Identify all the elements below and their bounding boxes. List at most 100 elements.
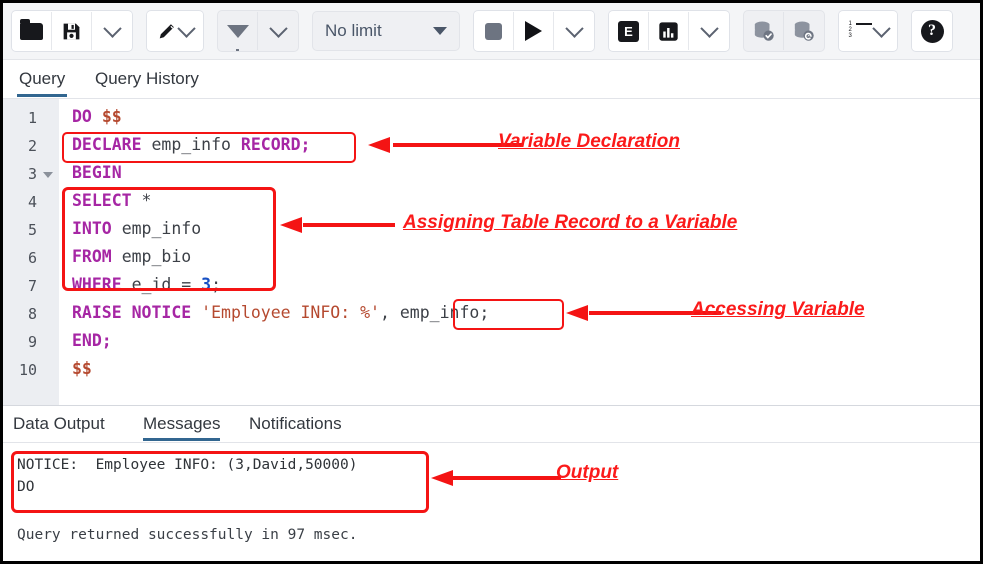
messages-panel[interactable]: NOTICE: Employee INFO: (3,David,50000) D… xyxy=(3,443,980,561)
tab-query[interactable]: Query xyxy=(17,60,67,97)
sql-identifier: emp_bio xyxy=(122,247,192,266)
sql-semicolon: ; xyxy=(211,275,221,294)
sql-keyword: END; xyxy=(72,331,112,350)
explain-dropdown-button[interactable] xyxy=(689,12,729,50)
sql-identifier: emp_info xyxy=(122,219,201,238)
code-line-5: INTO emp_info xyxy=(72,219,201,238)
line-number: 10 xyxy=(19,361,37,379)
macros-button-group: 123 xyxy=(838,10,898,52)
arrow-assigning-table-record xyxy=(280,217,395,233)
execute-dropdown-button[interactable] xyxy=(554,12,594,50)
funnel-icon xyxy=(227,25,249,38)
sql-keyword: WHERE xyxy=(72,275,122,294)
code-line-2: DECLARE emp_info RECORD; xyxy=(72,135,310,154)
sql-keyword: INTO xyxy=(72,219,112,238)
sql-operator: * xyxy=(142,191,152,210)
explain-e-icon: E xyxy=(618,21,639,42)
tab-notifications[interactable]: Notifications xyxy=(249,406,342,441)
help-button-group: ? xyxy=(911,10,953,52)
sql-comma: , xyxy=(380,303,390,322)
play-icon xyxy=(525,21,542,41)
code-line-1: DO $$ xyxy=(72,107,122,126)
code-line-7: WHERE e_id = 3; xyxy=(72,275,221,294)
filter-dropdown-button[interactable] xyxy=(258,12,298,50)
sql-keyword: BEGIN xyxy=(72,163,122,182)
fold-triangle-icon[interactable] xyxy=(43,172,53,178)
help-button[interactable]: ? xyxy=(912,12,952,50)
code-line-3: BEGIN xyxy=(72,163,122,182)
sql-identifier: e_id xyxy=(132,275,172,294)
chevron-down-icon xyxy=(103,19,121,37)
result-tabs: Data Output Messages Notifications xyxy=(3,406,980,442)
code-line-8: RAISE NOTICE 'Employee INFO: %', emp_inf… xyxy=(72,303,489,322)
row-limit-select[interactable]: No limit xyxy=(312,11,460,51)
message-notice: NOTICE: Employee INFO: (3,David,50000) xyxy=(17,457,357,473)
sql-keyword: DECLARE xyxy=(72,135,142,154)
sql-keyword: SELECT xyxy=(72,191,132,210)
edit-button[interactable] xyxy=(147,12,203,50)
numbered-list-icon: 123 xyxy=(849,23,872,39)
macros-button[interactable]: 123 xyxy=(839,12,897,50)
explain-button[interactable]: E xyxy=(609,12,649,50)
line-number: 4 xyxy=(28,193,37,211)
filter-button-group xyxy=(217,10,299,52)
code-line-9: END; xyxy=(72,331,112,350)
sql-operator: = xyxy=(181,275,191,294)
rollback-button[interactable] xyxy=(784,12,824,50)
execute-button-group xyxy=(473,10,595,52)
sql-keyword: DO xyxy=(72,107,92,126)
tab-messages[interactable]: Messages xyxy=(143,406,220,441)
query-tabs: Query Query History xyxy=(3,60,980,99)
annotation-output: Output xyxy=(556,462,618,484)
sql-keyword: RECORD; xyxy=(241,135,311,154)
sql-keyword: RAISE NOTICE xyxy=(72,303,191,322)
stop-icon xyxy=(485,23,502,40)
open-file-button[interactable] xyxy=(12,12,52,50)
bar-chart-icon xyxy=(658,21,679,42)
chevron-down-icon xyxy=(269,19,287,37)
line-number-gutter: 1 2 3 4 5 6 7 8 9 10 xyxy=(3,99,59,405)
folder-icon xyxy=(20,23,43,40)
question-mark-icon: ? xyxy=(921,20,944,43)
edit-button-group xyxy=(146,10,204,52)
transaction-button-group xyxy=(743,10,825,52)
chevron-down-icon xyxy=(872,19,890,37)
chevron-down-icon xyxy=(700,19,718,37)
code-line-10: $$ xyxy=(72,359,92,378)
tab-data-output[interactable]: Data Output xyxy=(13,406,105,441)
line-number: 1 xyxy=(28,109,37,127)
code-line-6: FROM emp_bio xyxy=(72,247,191,266)
message-status: Query returned successfully in 97 msec. xyxy=(17,527,357,543)
sql-identifier: emp_info xyxy=(151,135,230,154)
save-dropdown-button[interactable] xyxy=(92,12,132,50)
pencil-icon xyxy=(157,20,179,42)
execute-query-button[interactable] xyxy=(514,12,554,50)
line-number: 2 xyxy=(28,137,37,155)
annotation-variable-declaration: Variable Declaration xyxy=(498,131,680,153)
sql-keyword: FROM xyxy=(72,247,112,266)
rollback-db-icon xyxy=(792,20,816,42)
chevron-down-icon xyxy=(565,19,583,37)
explain-button-group: E xyxy=(608,10,730,52)
file-button-group xyxy=(11,10,133,52)
stop-query-button[interactable] xyxy=(474,12,514,50)
save-file-button[interactable] xyxy=(52,12,92,50)
filter-button[interactable] xyxy=(218,12,258,50)
line-number: 7 xyxy=(28,277,37,295)
commit-button[interactable] xyxy=(744,12,784,50)
dollar-quote: $$ xyxy=(72,359,92,378)
tab-query-history[interactable]: Query History xyxy=(93,60,201,97)
annotation-assigning-table-record: Assigning Table Record to a Variable xyxy=(403,212,737,234)
triangle-down-icon xyxy=(433,27,447,35)
line-number: 9 xyxy=(28,333,37,351)
annotation-accessing-variable: Accessing Variable xyxy=(691,299,865,321)
arrow-output xyxy=(431,470,561,486)
line-number: 3 xyxy=(28,165,37,183)
dollar-quote: $$ xyxy=(102,107,122,126)
sql-string: 'Employee INFO: %' xyxy=(201,303,380,322)
line-number: 8 xyxy=(28,305,37,323)
query-tool-window: No limit E xyxy=(0,0,983,564)
toolbar: No limit E xyxy=(3,3,980,60)
explain-analyze-button[interactable] xyxy=(649,12,689,50)
commit-db-check-icon xyxy=(752,20,776,42)
